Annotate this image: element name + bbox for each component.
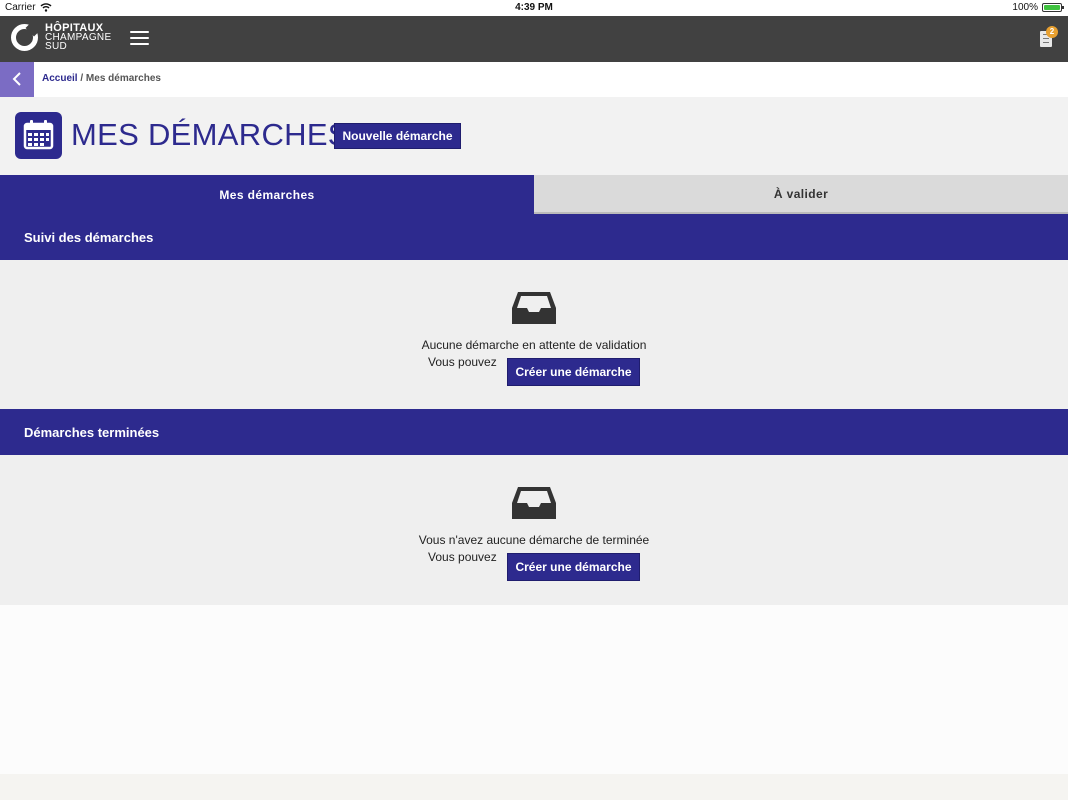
new-demarche-button[interactable]: Nouvelle démarche (334, 123, 461, 149)
prompt-text: Vous pouvez (428, 355, 497, 369)
section-body-suivi: Aucune démarche en attente de validation… (0, 260, 1068, 409)
inbox-icon (512, 292, 556, 324)
clock: 4:39 PM (515, 2, 553, 13)
logo-text: HÔPITAUX CHAMPAGNE SUD (45, 23, 111, 52)
status-bar: Carrier 4:39 PM 100% (0, 0, 1068, 16)
section-header-suivi: Suivi des démarches (0, 214, 1068, 260)
calendar-icon (15, 112, 62, 159)
breadcrumb-separator: / (80, 73, 84, 84)
breadcrumb-current: Mes démarches (85, 73, 161, 84)
battery-status: 100% (1012, 2, 1064, 13)
logo-line-3: SUD (45, 41, 68, 52)
create-demarche-button[interactable]: Créer une démarche (507, 358, 640, 386)
empty-message: Aucune démarche en attente de validation (421, 338, 647, 352)
menu-icon[interactable] (130, 31, 149, 46)
page-footer-area (0, 605, 1068, 774)
breadcrumb-home-link[interactable]: Accueil (42, 73, 78, 84)
tab-a-valider[interactable]: À valider (534, 175, 1068, 214)
chevron-left-icon (12, 72, 21, 86)
page-title: MES DÉMARCHES (71, 117, 349, 152)
tab-mes-demarches[interactable]: Mes démarches (0, 175, 534, 214)
app-header: HÔPITAUX CHAMPAGNE SUD 2 (0, 16, 1068, 62)
logo-mark-icon (11, 24, 38, 51)
tab-bar: Mes démarches À valider (0, 175, 1068, 214)
breadcrumb-trail: Accueil / Mes démarches (42, 73, 161, 84)
empty-message: Vous n'avez aucune démarche de terminée (418, 533, 650, 547)
create-demarche-button[interactable]: Créer une démarche (507, 553, 640, 581)
hospital-logo[interactable]: HÔPITAUX CHAMPAGNE SUD (11, 23, 111, 52)
prompt-text: Vous pouvez (428, 550, 497, 564)
notifications-button[interactable]: 2 (1040, 26, 1058, 47)
back-button[interactable] (0, 62, 34, 97)
bottom-strip (0, 774, 1068, 800)
section-body-terminees: Vous n'avez aucune démarche de terminée … (0, 455, 1068, 605)
inbox-icon (512, 487, 556, 519)
battery-icon (1042, 3, 1064, 12)
notification-badge: 2 (1046, 26, 1058, 38)
section-header-terminees: Démarches terminées (0, 409, 1068, 455)
page-header: MES DÉMARCHES Nouvelle démarche (0, 97, 1068, 175)
breadcrumb: Accueil / Mes démarches (0, 62, 1068, 97)
battery-percent: 100% (1012, 2, 1038, 13)
